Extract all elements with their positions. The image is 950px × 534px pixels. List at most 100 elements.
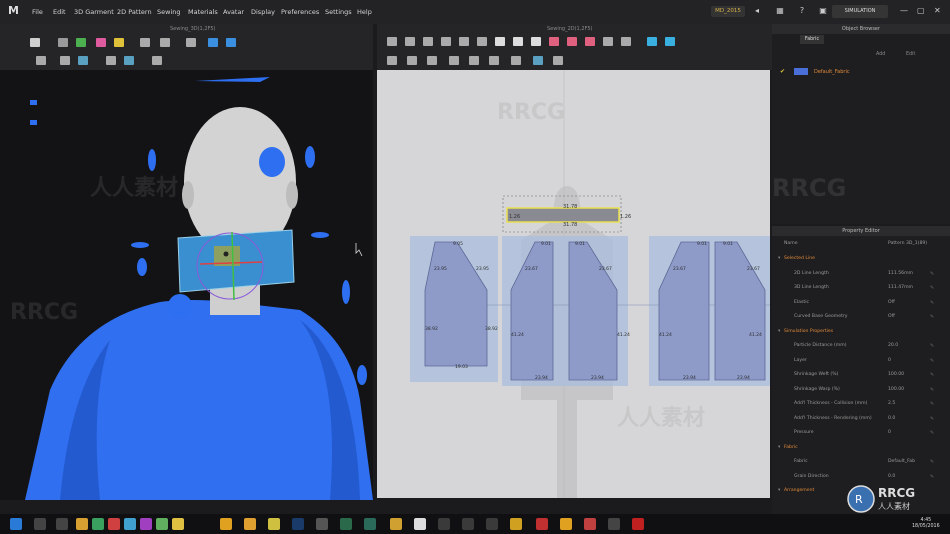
viewport-3d[interactable]: RRCG 人人素材 [0,70,373,500]
polygon-icon[interactable] [477,37,487,46]
edit-icon[interactable]: ✎ [930,401,934,407]
edit-icon[interactable]: ✎ [930,285,934,291]
move-tool-icon[interactable] [58,38,68,47]
texture-tool-icon[interactable] [36,56,46,65]
tack-tool-icon[interactable] [76,38,86,47]
simulation-toggle[interactable]: SIMULATION [832,5,888,18]
app-icon[interactable] [438,518,450,530]
collapse-icon[interactable]: ▾ [778,488,780,493]
snap-tool-icon[interactable] [152,56,162,65]
property-value[interactable]: 111.56mm [888,271,913,276]
property-value[interactable]: 0 [888,430,891,435]
property-value[interactable]: 100.00 [888,372,904,377]
fabric-swatch[interactable] [794,68,808,75]
edit-icon[interactable]: ✎ [930,271,934,277]
property-section[interactable]: Selected Line ▾ [772,253,950,265]
tray-app-icon[interactable] [92,518,104,530]
property-value[interactable]: Off [888,314,895,319]
internal-polygon-icon[interactable] [531,37,541,46]
property-section[interactable]: Fabric ▾ [772,442,950,454]
app-icon[interactable] [608,518,620,530]
edit-fabric-button[interactable]: Edit [906,52,915,57]
menu-settings[interactable]: Settings [325,8,352,16]
app-icon[interactable] [584,518,596,530]
fold-tool-icon[interactable] [114,38,124,47]
button-tool-icon[interactable] [124,56,134,65]
edit-point-icon[interactable] [405,37,415,46]
app-icon[interactable] [462,518,474,530]
menu-2d-pattern[interactable]: 2D Pattern [117,8,152,16]
start-icon[interactable] [10,518,22,530]
property-value[interactable]: 100.00 [888,387,904,392]
photoshop-icon[interactable] [292,518,304,530]
app-icon[interactable] [414,518,426,530]
tray-app-icon[interactable] [108,518,120,530]
app-icon[interactable] [316,518,328,530]
property-section[interactable]: Simulation Properties ▾ [772,326,950,338]
tab-fabric[interactable]: Fabric [800,35,824,44]
edit-icon[interactable]: ✎ [930,300,934,306]
property-value[interactable]: 0.0 [888,474,895,479]
menu-display[interactable]: Display [251,8,275,16]
trace-icon[interactable] [567,37,577,46]
zoom-icon[interactable] [553,56,563,65]
edit-icon[interactable]: ✎ [930,459,934,465]
edit-icon[interactable]: ✎ [930,343,934,349]
tray-app-icon[interactable] [156,518,168,530]
search-icon[interactable] [34,518,46,530]
collapse-icon[interactable]: ▾ [778,256,780,261]
app-icon[interactable] [390,518,402,530]
edit-icon[interactable]: ✎ [930,372,934,378]
edit-graphic-icon[interactable] [407,56,417,65]
trim-tool-icon[interactable] [78,56,88,65]
measure-tool-icon[interactable] [140,38,150,47]
edit-icon[interactable]: ✎ [930,430,934,436]
collapse-icon[interactable]: ▾ [778,329,780,334]
app-icon[interactable] [536,518,548,530]
edit-icon[interactable]: ✎ [930,474,934,480]
app-icon[interactable] [340,518,352,530]
annotation-icon[interactable] [489,56,499,65]
zipper-tool-icon[interactable] [106,56,116,65]
property-value[interactable]: 0.0 [888,416,895,421]
menu-edit[interactable]: Edit [53,8,66,16]
graphic-tool-icon[interactable] [60,56,70,65]
edit-icon[interactable]: ✎ [930,387,934,393]
edit-texture-icon[interactable] [387,56,397,65]
close-icon[interactable]: ✕ [934,6,941,15]
minimize-icon[interactable]: — [900,6,908,15]
free-sewing-icon[interactable] [621,37,631,46]
measure-2d-icon[interactable] [533,56,543,65]
tray-app-icon[interactable] [124,518,136,530]
edit-icon[interactable]: ✎ [930,416,934,422]
pin-tool-icon[interactable] [96,38,106,47]
edit-icon[interactable]: ✎ [930,358,934,364]
property-value[interactable]: 2.5 [888,401,895,406]
marvelous-designer-icon[interactable] [560,518,572,530]
collar-piece[interactable] [506,207,620,223]
circle-icon[interactable] [513,37,523,46]
arrangement-tool-icon[interactable] [226,38,236,47]
collapse-icon[interactable]: ▾ [778,445,780,450]
camera-icon[interactable]: ▣ [818,6,828,16]
system-clock[interactable]: 4:45 18/05/2016 [912,518,940,530]
edit-curve-icon[interactable] [423,37,433,46]
transform-pattern-icon[interactable] [387,37,397,46]
fit-tool-icon[interactable] [160,38,170,47]
add-point-icon[interactable] [441,37,451,46]
menu-materials[interactable]: Materials [188,8,218,16]
check-sewing-icon[interactable] [449,56,459,65]
add-fabric-button[interactable]: Add [876,52,885,57]
task-view-icon[interactable] [56,518,68,530]
app-icon[interactable] [268,518,280,530]
grid-icon[interactable]: ▦ [775,6,785,16]
brush-tool-icon[interactable] [186,38,196,47]
app-icon[interactable] [364,518,376,530]
viewport-2d[interactable]: 31.78 1.26 1.26 31.78 9.05 23.95 23.95 3… [377,70,770,498]
notch-icon[interactable] [585,37,595,46]
chrome-icon[interactable] [220,518,232,530]
menu-sewing[interactable]: Sewing [157,8,181,16]
app-icon[interactable] [632,518,644,530]
menu-3d-garment[interactable]: 3D Garment [74,8,114,16]
property-value[interactable]: 20.0 [888,343,898,348]
